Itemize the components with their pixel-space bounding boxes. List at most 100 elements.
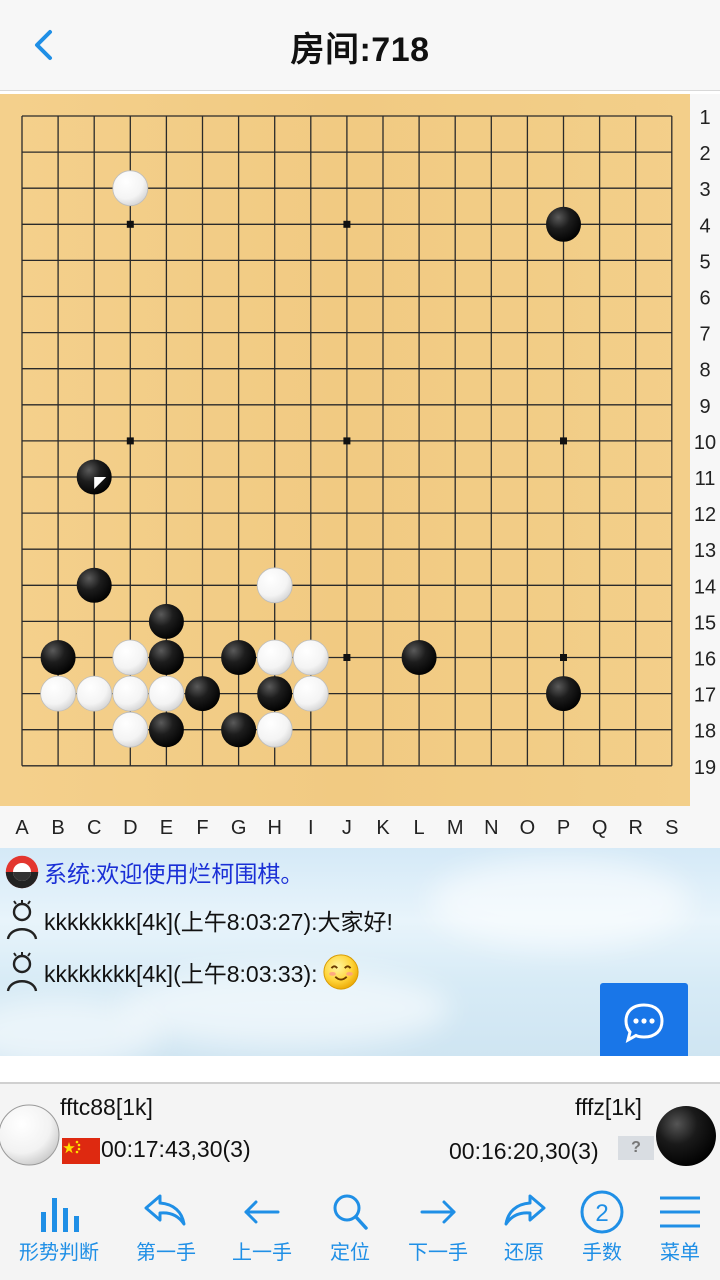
col-label: K bbox=[376, 817, 390, 839]
chat-message-text: kkkkkkkk[4k](上午8:03:33): bbox=[44, 961, 318, 987]
previous-move-button[interactable]: 上一手 bbox=[220, 1186, 304, 1276]
bar-chart-icon bbox=[41, 1198, 79, 1232]
chat-message-text: kkkkkkkk[4k](上午8:03:27):大家好! bbox=[44, 909, 393, 935]
row-label: 10 bbox=[694, 432, 716, 454]
col-label: G bbox=[231, 817, 247, 839]
col-label: P bbox=[557, 817, 570, 839]
toolbar-label: 手数 bbox=[582, 1242, 622, 1264]
black-stone-avatar bbox=[656, 1106, 716, 1166]
white-stone bbox=[112, 711, 149, 748]
row-label: 17 bbox=[694, 685, 716, 707]
col-label: R bbox=[628, 817, 642, 839]
row-label: 8 bbox=[699, 360, 710, 382]
cloud-decoration bbox=[430, 858, 690, 948]
black-stone bbox=[546, 676, 581, 712]
move-number-button[interactable]: 2 手数 bbox=[560, 1186, 644, 1276]
black-stone bbox=[148, 712, 184, 748]
unknown-flag-text: ? bbox=[631, 1139, 641, 1156]
black-player-time: 00:16:20,30(3) bbox=[449, 1138, 599, 1164]
circle-number-icon: 2 bbox=[580, 1190, 624, 1234]
go-board[interactable]: 12345678910111213141516171819 ABCDEFGHIJ… bbox=[0, 94, 720, 848]
col-label: C bbox=[87, 817, 101, 839]
hamburger-menu-icon bbox=[660, 1196, 700, 1228]
col-label: A bbox=[15, 817, 29, 839]
star-point bbox=[560, 654, 567, 661]
black-stone bbox=[221, 712, 257, 748]
chat-message-system: 系统:欢迎使用烂柯围棋。 bbox=[4, 850, 303, 894]
search-icon bbox=[333, 1194, 368, 1230]
white-stone-avatar bbox=[0, 1104, 60, 1166]
toolbar-label: 还原 bbox=[504, 1242, 544, 1264]
row-label: 3 bbox=[699, 179, 710, 201]
menu-button[interactable]: 菜单 bbox=[638, 1186, 720, 1276]
star-point bbox=[126, 220, 134, 228]
row-label: 12 bbox=[694, 504, 716, 526]
star-point bbox=[343, 220, 351, 228]
restore-button[interactable]: 还原 bbox=[482, 1186, 566, 1276]
white-stone bbox=[112, 639, 149, 676]
row-label: 4 bbox=[699, 215, 710, 237]
arrow-left-icon bbox=[244, 1200, 280, 1224]
user-outline-icon bbox=[6, 952, 38, 992]
col-label: F bbox=[196, 817, 208, 839]
star-point bbox=[560, 437, 567, 445]
col-label: J bbox=[342, 817, 352, 839]
row-label: 2 bbox=[699, 143, 710, 165]
col-label: I bbox=[308, 817, 314, 839]
white-player-name: fftc88[1k] bbox=[60, 1094, 153, 1120]
col-label: Q bbox=[592, 817, 608, 839]
title-bar: 房间:718 bbox=[0, 0, 720, 91]
col-label: L bbox=[414, 817, 425, 839]
black-stone bbox=[148, 603, 184, 639]
go-board-area: 1 2 3 4 5 6 7 8 9 10 11 12 13 14 15 16 17 18 19 ABCDEFGHIJ… bbox=[0, 94, 720, 848]
row-label: 1 bbox=[699, 107, 710, 129]
black-player-name: fffz[1k] bbox=[575, 1094, 642, 1120]
unknown-flag-icon: ? bbox=[618, 1136, 654, 1160]
move-number-value: 2 bbox=[595, 1200, 608, 1227]
black-stone bbox=[76, 567, 112, 603]
white-stone bbox=[148, 675, 185, 712]
col-label: O bbox=[520, 817, 536, 839]
black-stone bbox=[40, 640, 76, 675]
toolbar-label: 形势判断 bbox=[19, 1242, 99, 1264]
china-flag-icon bbox=[62, 1138, 100, 1164]
white-stone bbox=[112, 170, 149, 207]
row-label: 6 bbox=[699, 288, 710, 310]
white-stone bbox=[76, 675, 113, 712]
row-label: 9 bbox=[699, 396, 710, 418]
row-label: 13 bbox=[694, 540, 716, 562]
forward-icon bbox=[504, 1194, 546, 1226]
row-label: 18 bbox=[694, 721, 716, 743]
col-label: N bbox=[484, 817, 498, 839]
col-label: B bbox=[51, 817, 64, 839]
white-stone bbox=[112, 675, 149, 712]
col-label: E bbox=[160, 817, 173, 839]
row-label: 5 bbox=[699, 251, 710, 273]
chat-message-user: kkkkkkkk[4k](上午8:03:27):大家好! bbox=[4, 898, 393, 942]
row-label: 11 bbox=[695, 468, 716, 490]
locate-button[interactable]: 定位 bbox=[308, 1186, 392, 1276]
chat-bubble-icon[interactable] bbox=[600, 983, 688, 1056]
toolbar-label: 菜单 bbox=[660, 1242, 700, 1264]
black-stone bbox=[148, 640, 184, 675]
row-label: 7 bbox=[699, 324, 710, 346]
system-logo-icon bbox=[5, 855, 39, 889]
toolbar-label: 定位 bbox=[330, 1242, 370, 1264]
white-stone bbox=[40, 675, 76, 712]
row-label: 16 bbox=[694, 649, 716, 671]
white-stone bbox=[256, 711, 293, 748]
star-point bbox=[343, 654, 351, 661]
row-label: 14 bbox=[694, 576, 716, 598]
next-move-button[interactable]: 下一手 bbox=[396, 1186, 480, 1276]
smile-emoji-icon bbox=[322, 954, 359, 990]
row-label: 19 bbox=[694, 757, 716, 779]
first-move-button[interactable]: 第一手 bbox=[124, 1186, 208, 1276]
white-stone bbox=[292, 639, 329, 676]
position-judgement-button[interactable]: 形势判断 bbox=[4, 1186, 114, 1276]
col-label-strip bbox=[0, 806, 720, 848]
black-stone bbox=[401, 640, 437, 675]
white-player-time: 00:17:43,30(3) bbox=[101, 1136, 251, 1162]
star-point bbox=[126, 437, 134, 445]
chat-input-button[interactable] bbox=[600, 983, 688, 1056]
col-label: M bbox=[447, 817, 464, 839]
